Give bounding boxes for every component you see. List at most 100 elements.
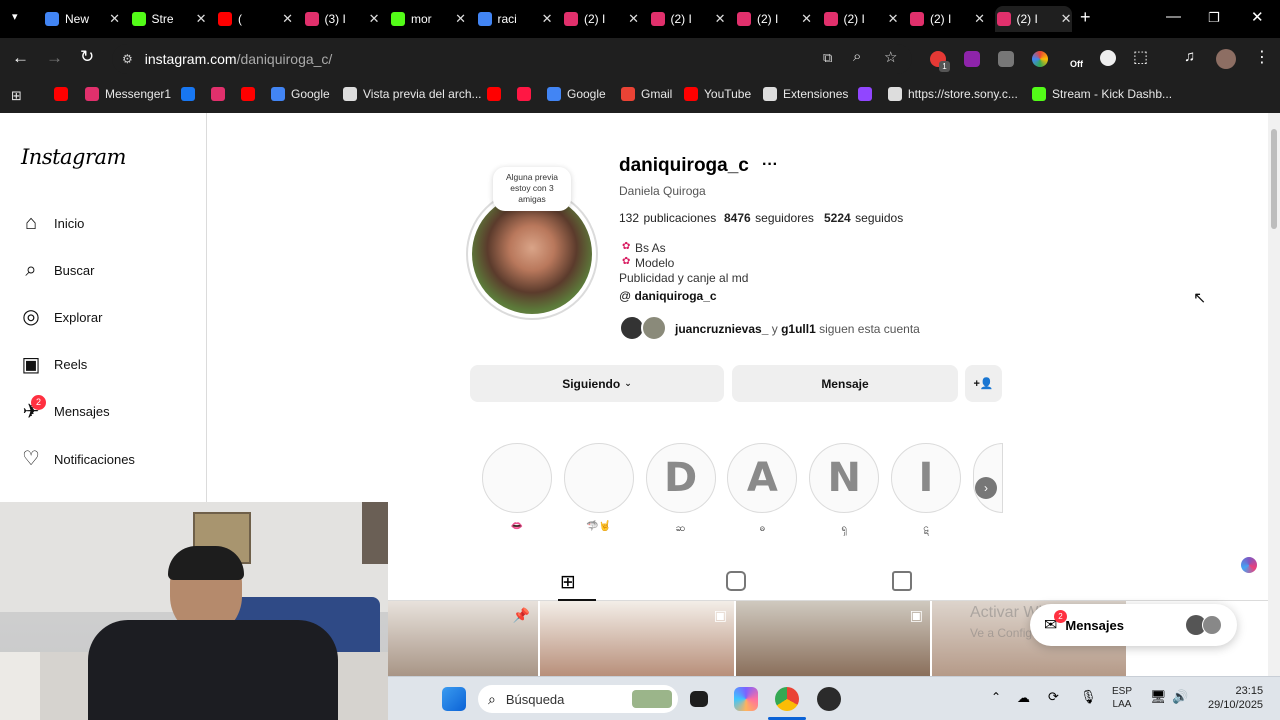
browser-tab[interactable]: raci ✕ xyxy=(476,6,553,32)
site-info-icon[interactable]: ⚙ xyxy=(122,52,133,66)
reload-icon[interactable]: ↻ xyxy=(80,47,94,67)
close-tab-icon[interactable]: ✕ xyxy=(888,11,899,27)
sidebar-item-inicio[interactable]: ⌂ Inicio xyxy=(20,212,84,234)
forward-icon[interactable]: → xyxy=(46,48,63,68)
browser-tab[interactable]: mor ✕ xyxy=(389,6,466,32)
browser-tab[interactable]: (2) I ✕ xyxy=(908,6,985,32)
browser-tab[interactable]: (2) I ✕ xyxy=(649,6,726,32)
windows-start-icon[interactable] xyxy=(442,687,466,711)
copilot-icon[interactable] xyxy=(734,687,758,711)
threads-link[interactable]: @ daniquiroga_c xyxy=(619,289,717,303)
story-highlight[interactable]: I xyxy=(891,443,961,513)
volume-icon[interactable]: 🔊 xyxy=(1172,689,1188,705)
browser-tab[interactable]: (2) I ✕ xyxy=(562,6,639,32)
new-tab-button[interactable]: + xyxy=(1080,7,1091,28)
sidebar-item-notificaciones[interactable]: ♡ Notificaciones xyxy=(20,448,135,470)
post-thumbnail[interactable]: 📌 xyxy=(388,601,538,676)
extension-off-label[interactable]: Off xyxy=(1070,59,1083,69)
following-button[interactable]: Siguiendo ⌄ xyxy=(470,365,724,402)
post-thumbnail[interactable]: ▣ xyxy=(736,601,930,676)
close-tab-icon[interactable]: ✕ xyxy=(109,11,120,27)
messages-popup[interactable]: ✉ 2 Mensajes xyxy=(1030,604,1237,646)
taskbar-search[interactable]: ⌕ Búsqueda xyxy=(478,685,678,713)
bookmark-star-icon[interactable]: ☆ xyxy=(884,48,897,66)
profile-avatar[interactable] xyxy=(1216,49,1236,69)
bookmark-item[interactable]: Vista previa del arch... xyxy=(343,87,482,101)
install-app-icon[interactable]: ⧉ xyxy=(823,50,832,66)
profile-picture[interactable] xyxy=(472,194,592,314)
browser-tab[interactable]: (2) I ✕ xyxy=(822,6,899,32)
sidebar-item-explorar[interactable]: ◎ Explorar xyxy=(20,306,102,328)
extension-white-icon[interactable] xyxy=(1100,50,1116,66)
close-tab-icon[interactable]: ✕ xyxy=(628,11,639,27)
scrollbar-thumb[interactable] xyxy=(1271,129,1277,229)
story-highlight[interactable]: N xyxy=(809,443,880,513)
ublock-icon[interactable] xyxy=(964,51,980,67)
bookmark-item[interactable] xyxy=(517,87,537,101)
post-thumbnail[interactable]: ▣ xyxy=(540,601,734,676)
close-tab-icon[interactable]: ✕ xyxy=(715,11,726,27)
sidebar-item-reels[interactable]: ▣ Reels xyxy=(20,354,88,376)
tray-chevron-icon[interactable]: ⌃ xyxy=(991,690,1001,704)
more-options-icon[interactable]: ··· xyxy=(762,156,778,174)
close-tab-icon[interactable]: ✕ xyxy=(455,11,466,27)
browser-tab[interactable]: (2) I ✕ xyxy=(994,6,1072,32)
minimize-icon[interactable]: — xyxy=(1166,8,1181,25)
reels-tab-icon[interactable] xyxy=(726,571,746,591)
close-tab-icon[interactable]: ✕ xyxy=(801,11,812,27)
bookmark-item[interactable]: Gmail xyxy=(621,87,672,101)
story-highlight[interactable]: D xyxy=(645,443,716,513)
page-scrollbar[interactable] xyxy=(1268,113,1280,676)
browser-tab[interactable]: (2) I ✕ xyxy=(735,6,812,32)
browser-tab[interactable]: (✕ xyxy=(216,6,293,32)
story-highlight[interactable] xyxy=(482,443,552,513)
browser-tab[interactable]: (3) I ✕ xyxy=(303,6,380,32)
zoom-icon[interactable]: ⌕ xyxy=(853,48,861,65)
bookmark-item[interactable] xyxy=(241,87,261,101)
browser-tab[interactable]: Stre ✕ xyxy=(130,6,207,32)
followed-by-text[interactable]: juancruznievas_ y g1ull1 siguen esta cue… xyxy=(675,322,920,336)
bookmark-item[interactable] xyxy=(858,87,878,101)
bookmark-item[interactable] xyxy=(487,87,507,101)
cloud-icon[interactable]: ☁ xyxy=(1017,690,1030,706)
media-control-icon[interactable]: ♫ xyxy=(1184,48,1195,65)
close-tab-icon[interactable]: ✕ xyxy=(542,11,553,27)
bookmark-item[interactable]: Google xyxy=(547,87,606,101)
posts-grid-tab-icon[interactable]: ⊞ xyxy=(560,571,576,594)
suggested-users-button[interactable]: +👤 xyxy=(965,365,1002,402)
bookmark-item[interactable] xyxy=(181,87,201,101)
story-highlight[interactable] xyxy=(563,443,634,513)
profile-note-bubble[interactable]: Alguna previa estoy con 3 amigas xyxy=(493,167,571,211)
bookmark-item[interactable]: https://store.sony.c... xyxy=(888,87,1018,101)
close-tab-icon[interactable]: ✕ xyxy=(196,11,207,27)
close-tab-icon[interactable]: ✕ xyxy=(1061,11,1072,27)
apps-grid-icon[interactable]: ⊞ xyxy=(11,88,22,104)
extension-grey-icon[interactable] xyxy=(998,51,1014,67)
bookmark-item[interactable]: Google xyxy=(271,87,330,101)
bookmark-item[interactable] xyxy=(211,87,231,101)
instagram-logo[interactable]: Instagram xyxy=(21,145,126,169)
browser-menu-icon[interactable]: ⋮ xyxy=(1254,47,1270,67)
sidebar-item-buscar[interactable]: ⌕ Buscar xyxy=(20,259,94,281)
close-tab-icon[interactable]: ✕ xyxy=(282,11,293,27)
bookmark-item[interactable]: Messenger1 xyxy=(85,87,171,101)
address-bar[interactable]: ⚙ instagram.com/daniquiroga_c/ xyxy=(112,44,912,74)
story-highlight[interactable]: A xyxy=(727,443,798,513)
close-tab-icon[interactable]: ✕ xyxy=(369,11,380,27)
tagged-tab-icon[interactable] xyxy=(892,571,912,591)
app-icon[interactable] xyxy=(817,687,841,711)
sync-icon[interactable]: ⟳ xyxy=(1048,689,1059,705)
follower-avatar[interactable] xyxy=(641,315,667,341)
chrome-icon[interactable] xyxy=(775,687,799,711)
followers-stat[interactable]: 8476 seguidores xyxy=(724,209,814,227)
browser-tab[interactable]: New ✕ xyxy=(43,6,120,32)
bookmark-item[interactable] xyxy=(54,87,74,101)
extension-color-icon[interactable] xyxy=(1032,51,1048,67)
back-icon[interactable]: ← xyxy=(12,48,29,68)
following-stat[interactable]: 5224 seguidos xyxy=(824,209,903,227)
bookmark-item[interactable]: Extensiones xyxy=(763,87,848,101)
assistant-icon[interactable] xyxy=(1241,557,1257,573)
network-icon[interactable]: 🖥 xyxy=(1150,689,1167,705)
task-view-icon[interactable] xyxy=(690,691,708,707)
highlights-next-button[interactable]: › xyxy=(975,477,997,499)
